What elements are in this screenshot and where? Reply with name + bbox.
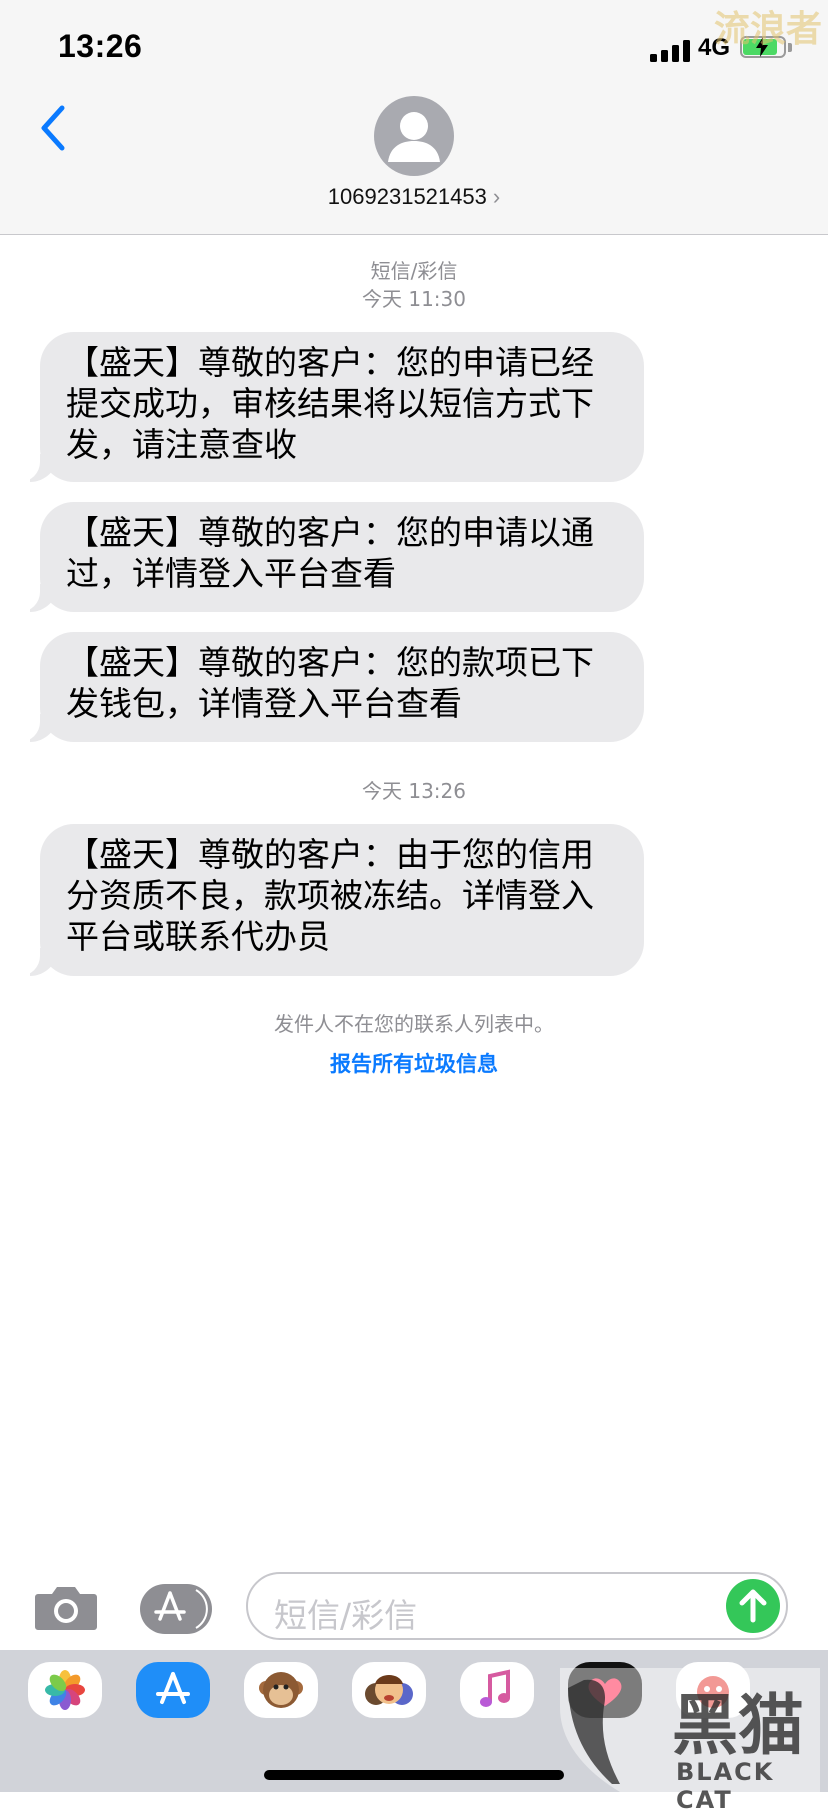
message-text: 【盛天】尊敬的客户：您的款项已下发钱包，详情登入平台查看 — [66, 643, 594, 723]
home-indicator[interactable] — [264, 1770, 564, 1780]
status-time: 13:26 — [58, 28, 143, 64]
message-text: 【盛天】尊敬的客户：由于您的信用分资质不良，款项被冻结。详情登入平台或联系代办员 — [66, 835, 594, 956]
camera-icon[interactable] — [34, 1582, 98, 1632]
message-bubble[interactable]: 【盛天】尊敬的客户：由于您的信用分资质不良，款项被冻结。详情登入平台或联系代办员 — [10, 824, 644, 976]
arrow-up-icon — [739, 1589, 767, 1623]
animoji-monkey-icon[interactable] — [244, 1662, 318, 1718]
message-input-placeholder: 短信/彩信 — [274, 1596, 418, 1635]
digital-touch-icon[interactable] — [568, 1662, 642, 1718]
watermark-brand-latin: BLACK CAT — [676, 1758, 775, 1814]
contact-avatar[interactable] — [374, 96, 454, 176]
watermark-brand: 黑猫 — [672, 1687, 804, 1764]
app-store-app-icon[interactable] — [136, 1662, 210, 1718]
message-input[interactable]: 短信/彩信 — [246, 1572, 788, 1640]
chevron-right-icon: › — [492, 184, 501, 209]
send-button[interactable] — [726, 1579, 780, 1633]
photos-app-icon[interactable] — [28, 1662, 102, 1718]
music-app-icon[interactable] — [460, 1662, 534, 1718]
conversation-header: 13:26 4G 流浪者 1069231521453 › — [0, 0, 828, 235]
watermark-top: 流浪者 — [713, 9, 822, 50]
memoji-icon[interactable] — [352, 1662, 426, 1718]
cellular-signal-icon — [650, 38, 692, 62]
message-bubble[interactable]: 【盛天】尊敬的客户：您的款项已下发钱包，详情登入平台查看 — [10, 632, 644, 742]
message-bubble[interactable]: 【盛天】尊敬的客户：您的申请以通过，详情登入平台查看 — [10, 502, 644, 612]
person-silhouette-icon — [388, 112, 440, 162]
app-store-button[interactable] — [140, 1584, 212, 1634]
unknown-sender-note: 发件人不在您的联系人列表中。 — [274, 1012, 554, 1036]
service-label: 短信/彩信 — [370, 259, 458, 283]
app-store-icon — [148, 1587, 208, 1631]
contact-number[interactable]: 1069231521453 › — [0, 184, 828, 210]
report-junk-link[interactable]: 报告所有垃圾信息 — [0, 1048, 828, 1078]
message-text: 【盛天】尊敬的客户：您的申请以通过，详情登入平台查看 — [66, 513, 594, 593]
contact-number-text: 1069231521453 — [327, 184, 487, 209]
timestamp: 今天 13:26 — [362, 779, 466, 803]
timestamp: 今天 11:30 — [362, 287, 466, 311]
message-bubble[interactable]: 【盛天】尊敬的客户：您的申请已经提交成功，审核结果将以短信方式下发，请注意查收 — [10, 332, 644, 482]
back-chevron-icon[interactable] — [38, 104, 68, 152]
message-text: 【盛天】尊敬的客户：您的申请已经提交成功，审核结果将以短信方式下发，请注意查收 — [66, 343, 594, 464]
